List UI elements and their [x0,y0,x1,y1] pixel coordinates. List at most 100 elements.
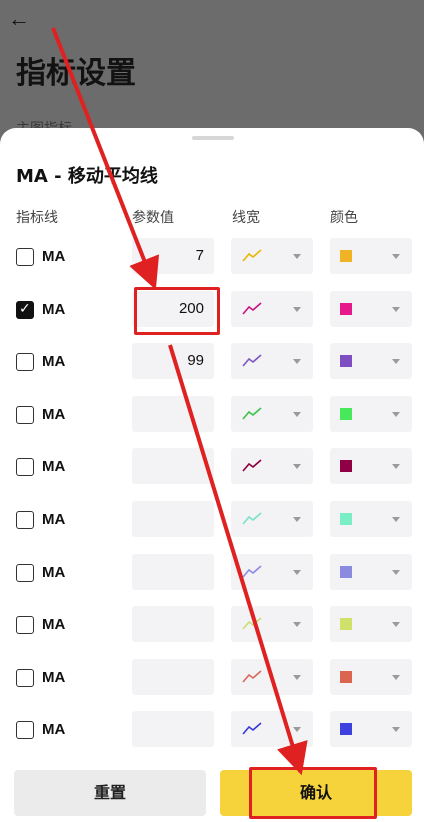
param-input[interactable] [132,501,214,537]
color-select[interactable] [330,606,412,643]
reset-button[interactable]: 重置 [14,770,206,816]
sheet-title: MA - 移动平均线 [16,166,158,187]
indicator-label: MA [42,405,66,423]
indicator-row: MA [0,395,424,440]
line-width-icon [242,354,262,367]
line-width-select[interactable] [231,553,313,590]
line-width-select[interactable] [231,238,313,274]
line-width-select[interactable] [231,501,313,537]
checkbox[interactable] [16,511,34,529]
chevron-down-icon [392,727,400,733]
indicator-label: MA [42,248,66,265]
param-input[interactable] [132,553,214,590]
color-swatch [340,250,352,262]
highlight-confirm-box [249,767,377,819]
param-input[interactable] [132,606,214,643]
indicator-row: MA [0,501,424,545]
color-select[interactable] [330,501,412,537]
line-width-icon [242,564,262,578]
checkbox[interactable] [16,616,34,635]
line-width-icon [242,301,262,315]
indicator-row: MA [0,553,424,598]
chevron-down-icon [293,674,301,680]
chevron-down-icon [392,517,400,522]
line-width-select[interactable] [231,606,313,643]
checkbox[interactable] [16,721,34,740]
chevron-down-icon [293,464,301,470]
line-width-icon [242,617,262,630]
color-swatch [340,460,352,473]
indicator-row: MA [0,711,424,755]
line-width-icon [242,670,262,683]
checkbox[interactable] [16,458,34,477]
param-input[interactable] [132,711,214,748]
chevron-down-icon [392,254,400,259]
color-select[interactable] [330,658,412,695]
color-select[interactable] [330,553,412,590]
line-width-icon [242,459,262,472]
chevron-down-icon [293,306,301,312]
param-input[interactable]: 99 [132,343,214,380]
chevron-down-icon [392,569,400,575]
indicator-label: MA [42,353,66,371]
chevron-down-icon [293,411,301,417]
param-input[interactable] [132,395,214,432]
indicator-row: MA 7 [0,238,424,282]
color-swatch [340,355,352,368]
checkmark-icon: ✓ [19,299,31,316]
color-select[interactable] [330,238,412,274]
highlight-param-box [134,287,220,335]
checkbox[interactable]: ✓ [16,299,34,319]
drag-handle[interactable] [192,136,234,140]
chevron-down-icon [392,464,400,470]
page-title: 指标设置 [16,56,136,91]
line-width-select[interactable] [231,711,313,748]
line-width-select[interactable] [231,343,313,380]
line-width-icon [242,512,262,525]
back-arrow-icon[interactable]: ← [8,8,30,30]
chevron-down-icon [293,254,301,259]
param-input[interactable] [132,448,214,485]
column-header-line: 指标线 [16,210,58,226]
indicator-label: MA [42,563,66,581]
checkbox[interactable] [16,248,34,266]
line-width-icon [242,407,262,420]
color-select[interactable] [330,711,412,748]
line-width-select[interactable] [231,395,313,432]
line-width-select[interactable] [231,290,313,327]
color-swatch [340,723,352,736]
color-select[interactable] [330,395,412,432]
param-input[interactable] [132,658,214,695]
column-header-param: 参数值 [132,210,174,226]
color-swatch [340,670,352,683]
line-width-select[interactable] [231,658,313,695]
line-width-select[interactable] [231,448,313,485]
indicator-label: MA [42,668,66,686]
indicator-settings-sheet: MA - 移动平均线 指标线 参数值 线宽 颜色 MA 7 ✓ MA 200 MA 99 MA… [0,128,424,822]
indicator-label: MA [42,511,66,528]
param-input[interactable]: 7 [132,238,214,274]
color-select[interactable] [330,343,412,380]
indicator-row: MA [0,658,424,703]
indicator-label: MA [42,458,66,476]
checkbox[interactable] [16,668,34,687]
chevron-down-icon [293,727,301,733]
chevron-down-icon [392,306,400,312]
checkbox[interactable] [16,353,34,372]
color-swatch [340,565,352,578]
color-select[interactable] [330,448,412,485]
color-swatch [340,407,352,420]
chevron-down-icon [293,622,301,628]
chevron-down-icon [293,517,301,522]
chevron-down-icon [392,411,400,417]
color-swatch [340,302,352,315]
chevron-down-icon [293,359,301,365]
color-select[interactable] [330,290,412,327]
checkbox[interactable] [16,405,34,424]
indicator-row: MA [0,448,424,492]
line-width-icon [242,722,262,735]
checkbox[interactable] [16,563,34,582]
color-swatch [340,513,352,525]
indicator-row: MA 99 [0,343,424,387]
chevron-down-icon [293,569,301,575]
